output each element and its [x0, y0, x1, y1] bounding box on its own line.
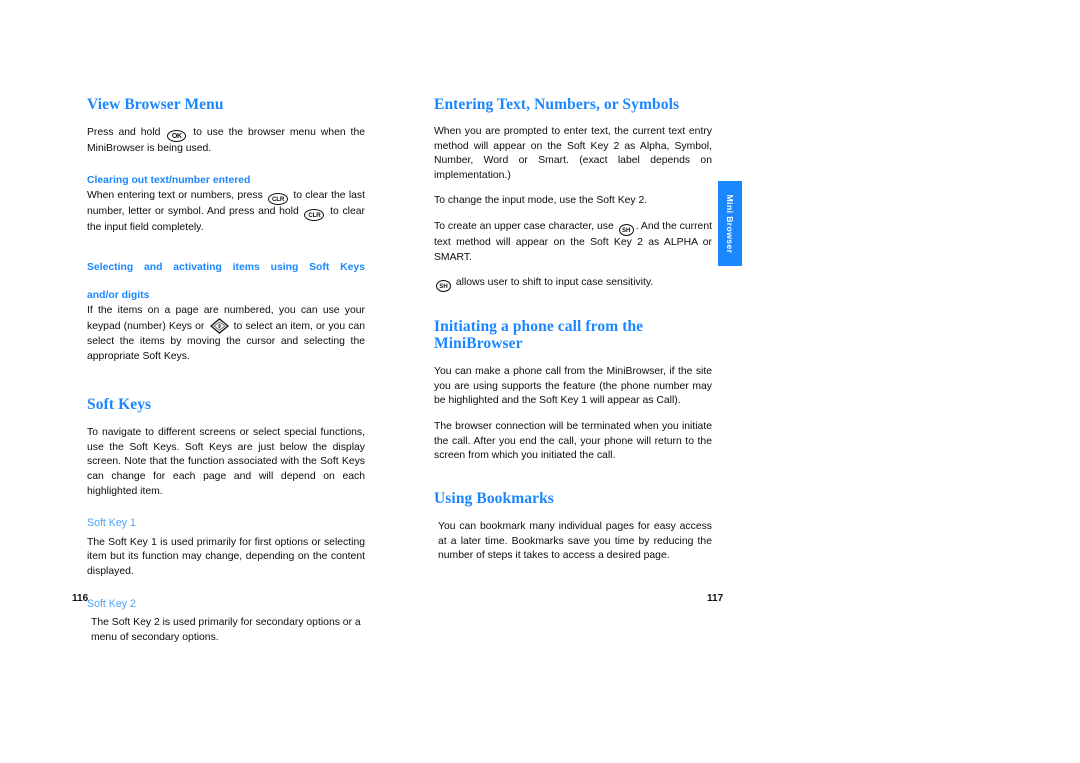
- paragraph-entering-text-intro: When you are prompted to enter text, the…: [434, 126, 712, 181]
- subheading-selecting-activating-items: Selecting and activating items using Sof…: [87, 262, 365, 274]
- paragraph-using-bookmarks: You can bookmark many individual pages f…: [438, 520, 712, 562]
- paragraph-soft-key-2: The Soft Key 2 is used primarily for sec…: [91, 617, 361, 643]
- clr-key-icon: CLR: [268, 192, 289, 205]
- text-fragment: Press and hold: [87, 127, 166, 139]
- heading-view-browser-menu: View Browser Menu: [87, 96, 224, 113]
- heading-soft-keys: Soft Keys: [87, 396, 152, 414]
- page-number-right: 117: [707, 593, 724, 604]
- text-fragment: To create an upper case character, use: [434, 221, 617, 233]
- heading-initiating-phone-call: Initiating a phone call from the MiniBro…: [434, 318, 644, 353]
- paragraph-view-browser-menu: Press and hold OK to use the browser men…: [87, 126, 365, 156]
- paragraph-initiating-call-support: You can make a phone call from the MiniB…: [434, 366, 712, 407]
- left-page-column: View Browser Menu Press and hold OK to u…: [87, 96, 365, 646]
- heading-entering-text-numbers-symbols: Entering Text, Numbers, or Symbols: [434, 96, 680, 113]
- paragraph-change-input-mode: To change the input mode, use the Soft K…: [434, 195, 648, 207]
- paragraph-selecting-activating-items: If the items on a page are numbered, you…: [87, 304, 365, 364]
- subheading-soft-key-1: Soft Key 1: [87, 517, 136, 530]
- navigation-key-icon: [209, 318, 229, 335]
- shift-key-icon: SH: [436, 280, 451, 293]
- heading-using-bookmarks: Using Bookmarks: [434, 489, 554, 507]
- subheading-clearing-out-text: Clearing out text/number entered: [87, 175, 251, 187]
- paragraph-clearing-out-text: When entering text or numbers, press CLR…: [87, 189, 365, 236]
- clr-key-icon: CLR: [304, 208, 325, 221]
- text-fragment: When entering text or numbers, press: [87, 189, 267, 201]
- subheading-soft-key-2: Soft Key 2: [87, 597, 136, 610]
- shift-key-icon: SH: [618, 224, 634, 237]
- side-tab-mini-browser: Mini Browser: [718, 181, 742, 266]
- text-fragment: allows user to shift to input case sensi…: [453, 277, 654, 289]
- paragraph-upper-case-character: To create an upper case character, use S…: [434, 220, 712, 265]
- paragraph-soft-key-1: The Soft Key 1 is used primarily for fir…: [87, 536, 365, 578]
- side-tab-label: Mini Browser: [725, 194, 735, 253]
- manual-page-spread: View Browser Menu Press and hold OK to u…: [0, 0, 1080, 763]
- ok-key-icon: OK: [167, 129, 187, 142]
- right-page-column: Entering Text, Numbers, or Symbols When …: [434, 96, 712, 564]
- paragraph-soft-keys-intro: To navigate to different screens or sele…: [87, 427, 365, 497]
- subheading-selecting-activating-items-line2: and/or digits: [87, 290, 150, 302]
- page-number-left: 116: [72, 593, 89, 604]
- paragraph-shift-case-sensitivity: SH allows user to shift to input case se…: [434, 276, 712, 293]
- paragraph-browser-connection-terminated: The browser connection will be terminate…: [434, 421, 712, 462]
